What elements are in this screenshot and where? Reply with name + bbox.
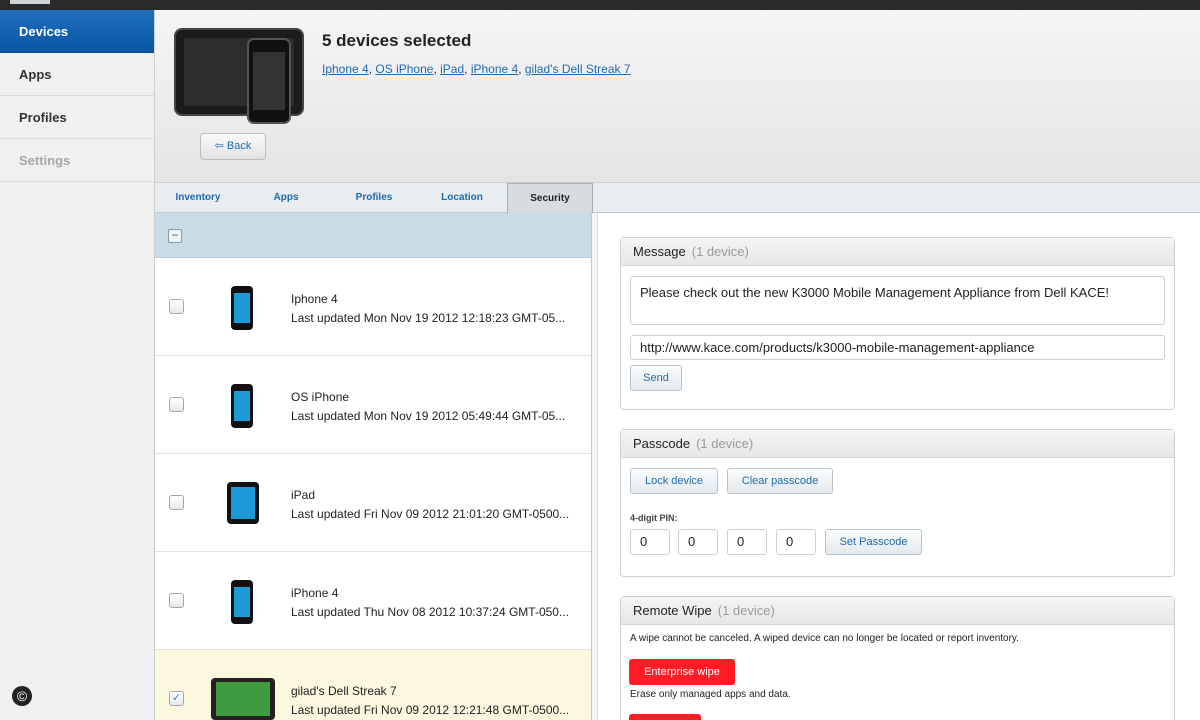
device-link[interactable]: gilad's Dell Streak 7: [525, 62, 631, 76]
tab-location[interactable]: Location: [417, 183, 507, 213]
detail-tabs: Inventory Apps Profiles Location Securit…: [155, 183, 1200, 213]
list-item[interactable]: OS iPhone Last updated Mon Nov 19 2012 0…: [155, 356, 591, 454]
clear-passcode-button[interactable]: Clear passcode: [727, 468, 833, 494]
phone-icon: [231, 580, 253, 624]
list-item[interactable]: ✓ gilad's Dell Streak 7 Last updated Fri…: [155, 650, 591, 720]
pin-digit-1[interactable]: 0: [630, 529, 670, 555]
pin-label: 4-digit PIN:: [630, 513, 678, 523]
device-name: OS iPhone: [291, 390, 350, 404]
remote-wipe-device-count: (1 device): [717, 603, 775, 618]
message-url-field[interactable]: http://www.kace.com/products/k3000-mobil…: [630, 335, 1165, 360]
back-arrow-icon: ⇦: [214, 140, 224, 152]
passcode-title: Passcode: [633, 436, 691, 451]
device-last-updated: Last updated Fri Nov 09 2012 12:21:48 GM…: [291, 703, 570, 717]
phone-icon: [231, 286, 253, 330]
remote-wipe-panel-header: Remote Wipe (1 device): [621, 597, 1174, 625]
copyright-icon: ©: [12, 686, 32, 706]
list-item[interactable]: iPhone 4 Last updated Thu Nov 08 2012 10…: [155, 552, 591, 650]
top-bar: [0, 0, 1200, 10]
passcode-panel: Passcode (1 device) Lock device Clear pas…: [620, 429, 1175, 577]
passcode-device-count: (1 device): [696, 436, 754, 451]
tab-profiles[interactable]: Profiles: [331, 183, 417, 213]
sidebar-item-apps[interactable]: Apps: [0, 53, 154, 96]
pin-digit-4[interactable]: 0: [776, 529, 816, 555]
device-link[interactable]: iPhone 4: [471, 62, 518, 76]
window-handle: [10, 0, 50, 4]
device-checkbox[interactable]: [169, 593, 184, 608]
select-all-checkbox[interactable]: −: [168, 229, 182, 243]
message-device-count: (1 device): [691, 244, 749, 259]
phone-image: [247, 38, 291, 124]
device-name: iPad: [291, 488, 316, 502]
message-panel-header: Message (1 device): [621, 238, 1174, 266]
tab-apps[interactable]: Apps: [241, 183, 331, 213]
device-link[interactable]: OS iPhone: [375, 62, 433, 76]
device-link[interactable]: Iphone 4: [322, 62, 369, 76]
lock-device-button[interactable]: Lock device: [630, 468, 718, 494]
android-icon: [211, 678, 275, 720]
full-wipe-button[interactable]: [629, 714, 701, 720]
device-list: − Iphone 4 Last updated Mon Nov 19 2012 …: [155, 213, 592, 720]
device-name: iPhone 4: [291, 586, 339, 600]
device-last-updated: Last updated Mon Nov 19 2012 12:18:23 GM…: [291, 311, 566, 325]
send-button[interactable]: Send: [630, 365, 682, 391]
device-link[interactable]: iPad: [440, 62, 464, 76]
message-text-field[interactable]: Please check out the new K3000 Mobile Ma…: [630, 276, 1165, 325]
phone-icon: [231, 384, 253, 428]
device-checkbox[interactable]: [169, 495, 184, 510]
device-last-updated: Last updated Fri Nov 09 2012 21:01:20 GM…: [291, 507, 570, 521]
tablet-icon: [227, 482, 259, 524]
passcode-panel-header: Passcode (1 device): [621, 430, 1174, 458]
device-name: Iphone 4: [291, 292, 338, 306]
device-last-updated: Last updated Mon Nov 19 2012 05:49:44 GM…: [291, 409, 566, 423]
remote-wipe-title: Remote Wipe: [633, 603, 712, 618]
enterprise-wipe-note: Erase only managed apps and data.: [630, 689, 791, 700]
tab-inventory[interactable]: Inventory: [155, 183, 241, 213]
sidebar-item-devices[interactable]: Devices: [0, 10, 154, 53]
enterprise-wipe-button[interactable]: Enterprise wipe: [629, 659, 735, 685]
pin-digit-3[interactable]: 0: [727, 529, 767, 555]
back-button[interactable]: ⇦ Back: [200, 133, 266, 160]
device-name: gilad's Dell Streak 7: [291, 684, 397, 698]
page-title: 5 devices selected: [322, 31, 472, 50]
sidebar-item-settings[interactable]: Settings: [0, 139, 154, 182]
device-list-header: −: [155, 213, 591, 258]
pin-digit-2[interactable]: 0: [678, 529, 718, 555]
remote-wipe-panel: Remote Wipe (1 device) A wipe cannot be c…: [620, 596, 1175, 720]
devices-image: [174, 28, 306, 128]
device-checkbox[interactable]: [169, 397, 184, 412]
message-title: Message: [633, 244, 686, 259]
list-item[interactable]: iPad Last updated Fri Nov 09 2012 21:01:…: [155, 454, 591, 552]
device-checkbox[interactable]: ✓: [169, 691, 184, 706]
back-button-label: Back: [226, 140, 252, 152]
device-header: ⇦ Back 5 devices selected Iphone 4, OS i…: [155, 10, 1200, 183]
message-panel: Message (1 device) Please check out the n…: [620, 237, 1175, 410]
list-item[interactable]: Iphone 4 Last updated Mon Nov 19 2012 12…: [155, 258, 591, 356]
sidebar: Devices Apps Profiles Settings ©: [0, 10, 155, 720]
tab-security[interactable]: Security: [507, 183, 593, 213]
wipe-warning: A wipe cannot be canceled. A wiped devic…: [630, 633, 1019, 644]
selected-device-links: Iphone 4, OS iPhone, iPad, iPhone 4, gil…: [322, 62, 631, 76]
set-passcode-button[interactable]: Set Passcode: [825, 529, 922, 555]
sidebar-item-profiles[interactable]: Profiles: [0, 96, 154, 139]
device-checkbox[interactable]: [169, 299, 184, 314]
device-last-updated: Last updated Thu Nov 08 2012 10:37:24 GM…: [291, 605, 569, 619]
pane-splitter[interactable]: [592, 213, 598, 720]
